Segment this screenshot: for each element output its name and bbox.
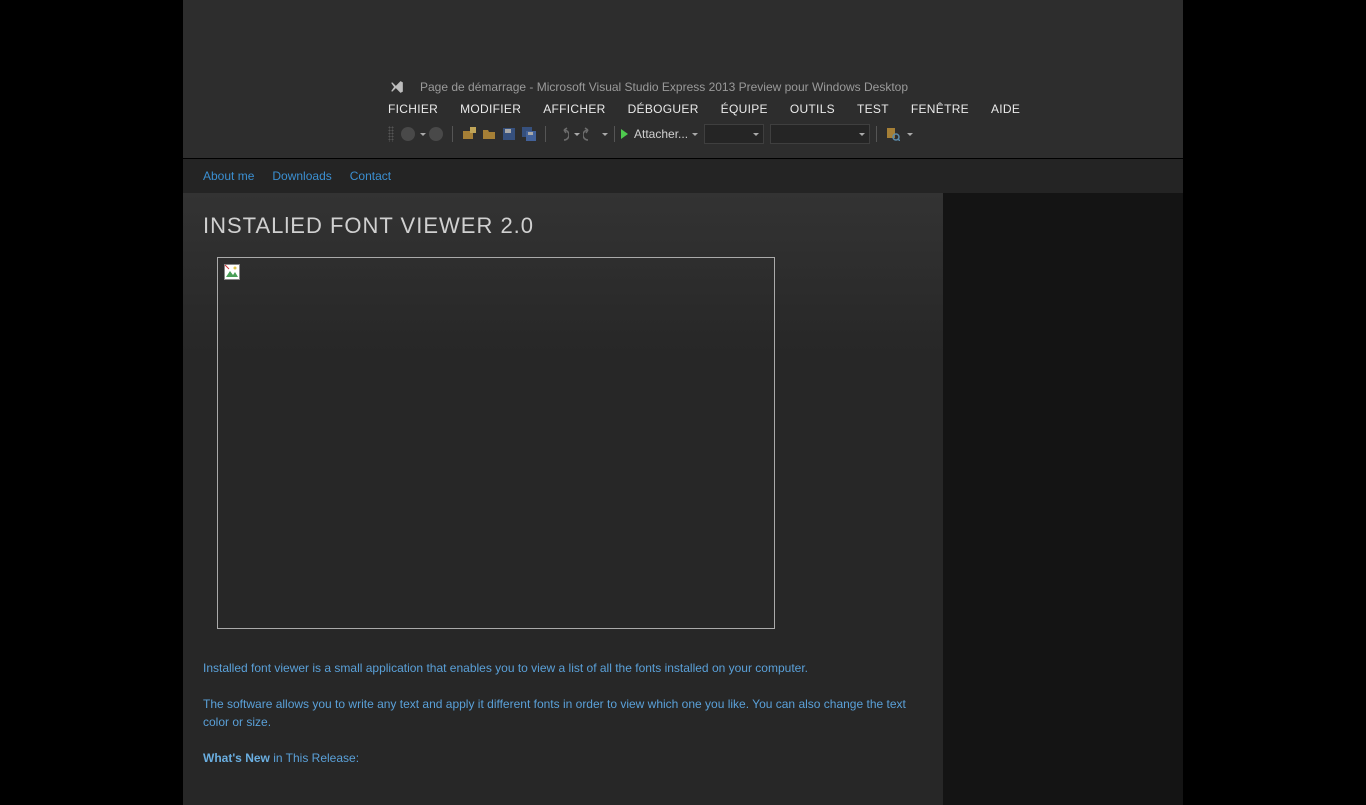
menu-deboguer[interactable]: DÉBOGUER xyxy=(628,102,699,116)
redo-dropdown-icon[interactable] xyxy=(602,133,608,136)
nav-forward-button[interactable] xyxy=(428,126,444,142)
attach-dropdown-icon[interactable] xyxy=(692,133,698,136)
redo-button[interactable] xyxy=(582,126,598,142)
save-button[interactable] xyxy=(501,126,517,142)
chevron-down-icon xyxy=(859,133,865,136)
toolbar-separator xyxy=(545,126,546,142)
toolbar-select-2[interactable] xyxy=(770,124,870,144)
undo-dropdown-icon[interactable] xyxy=(574,133,580,136)
nav-back-dropdown-icon[interactable] xyxy=(420,133,426,136)
nav-downloads-link[interactable]: Downloads xyxy=(272,169,331,183)
vs-toolbar: Attacher... xyxy=(388,122,1183,146)
site-nav: About me Downloads Contact xyxy=(183,158,1183,193)
toolbar-grip-icon xyxy=(388,126,394,142)
toolbar-select-1[interactable] xyxy=(704,124,764,144)
article-title: INSTALlED FONT VIEWER 2.0 xyxy=(203,213,923,239)
menu-outils[interactable]: OUTILS xyxy=(790,102,835,116)
whats-new-label: What's New xyxy=(203,751,270,765)
find-in-files-button[interactable] xyxy=(885,126,901,142)
start-debug-icon[interactable] xyxy=(621,129,628,139)
menu-test[interactable]: TEST xyxy=(857,102,889,116)
toolbar-overflow-icon[interactable] xyxy=(907,133,913,136)
menu-fichier[interactable]: FICHIER xyxy=(388,102,438,116)
menu-afficher[interactable]: AFFICHER xyxy=(543,102,605,116)
vs-menu-bar: FICHIER MODIFIER AFFICHER DÉBOGUER ÉQUIP… xyxy=(388,102,1183,116)
toolbar-separator xyxy=(614,126,615,142)
article-whats-new-line: What's New in This Release: xyxy=(203,749,923,767)
broken-image-icon xyxy=(224,264,240,280)
nav-about-link[interactable]: About me xyxy=(203,169,254,183)
menu-fenetre[interactable]: FENÊTRE xyxy=(911,102,969,116)
save-all-button[interactable] xyxy=(521,126,537,142)
nav-contact-link[interactable]: Contact xyxy=(350,169,391,183)
article-paragraph-1: Installed font viewer is a small applica… xyxy=(203,659,923,677)
whats-new-tail: in This Release: xyxy=(270,751,359,765)
sidebar-column xyxy=(943,193,1183,805)
chevron-down-icon xyxy=(753,133,759,136)
attach-label[interactable]: Attacher... xyxy=(634,127,688,141)
open-file-button[interactable] xyxy=(481,126,497,142)
screenshot-placeholder xyxy=(217,257,775,629)
article-body: Installed font viewer is a small applica… xyxy=(203,659,923,767)
menu-modifier[interactable]: MODIFIER xyxy=(460,102,521,116)
article-paragraph-2: The software allows you to write any tex… xyxy=(203,695,923,731)
undo-button[interactable] xyxy=(554,126,570,142)
content-column: INSTALlED FONT VIEWER 2.0 Installed font… xyxy=(183,193,943,805)
toolbar-separator xyxy=(452,126,453,142)
menu-aide[interactable]: AIDE xyxy=(991,102,1020,116)
toolbar-separator xyxy=(876,126,877,142)
menu-equipe[interactable]: ÉQUIPE xyxy=(721,102,768,116)
vs-title-row: Page de démarrage - Microsoft Visual Stu… xyxy=(388,80,1183,94)
nav-back-button[interactable] xyxy=(400,126,416,142)
new-project-button[interactable] xyxy=(461,126,477,142)
vs-window-title: Page de démarrage - Microsoft Visual Stu… xyxy=(420,80,908,94)
vs-logo-icon xyxy=(388,80,406,94)
header-banner: Page de démarrage - Microsoft Visual Stu… xyxy=(183,0,1183,158)
